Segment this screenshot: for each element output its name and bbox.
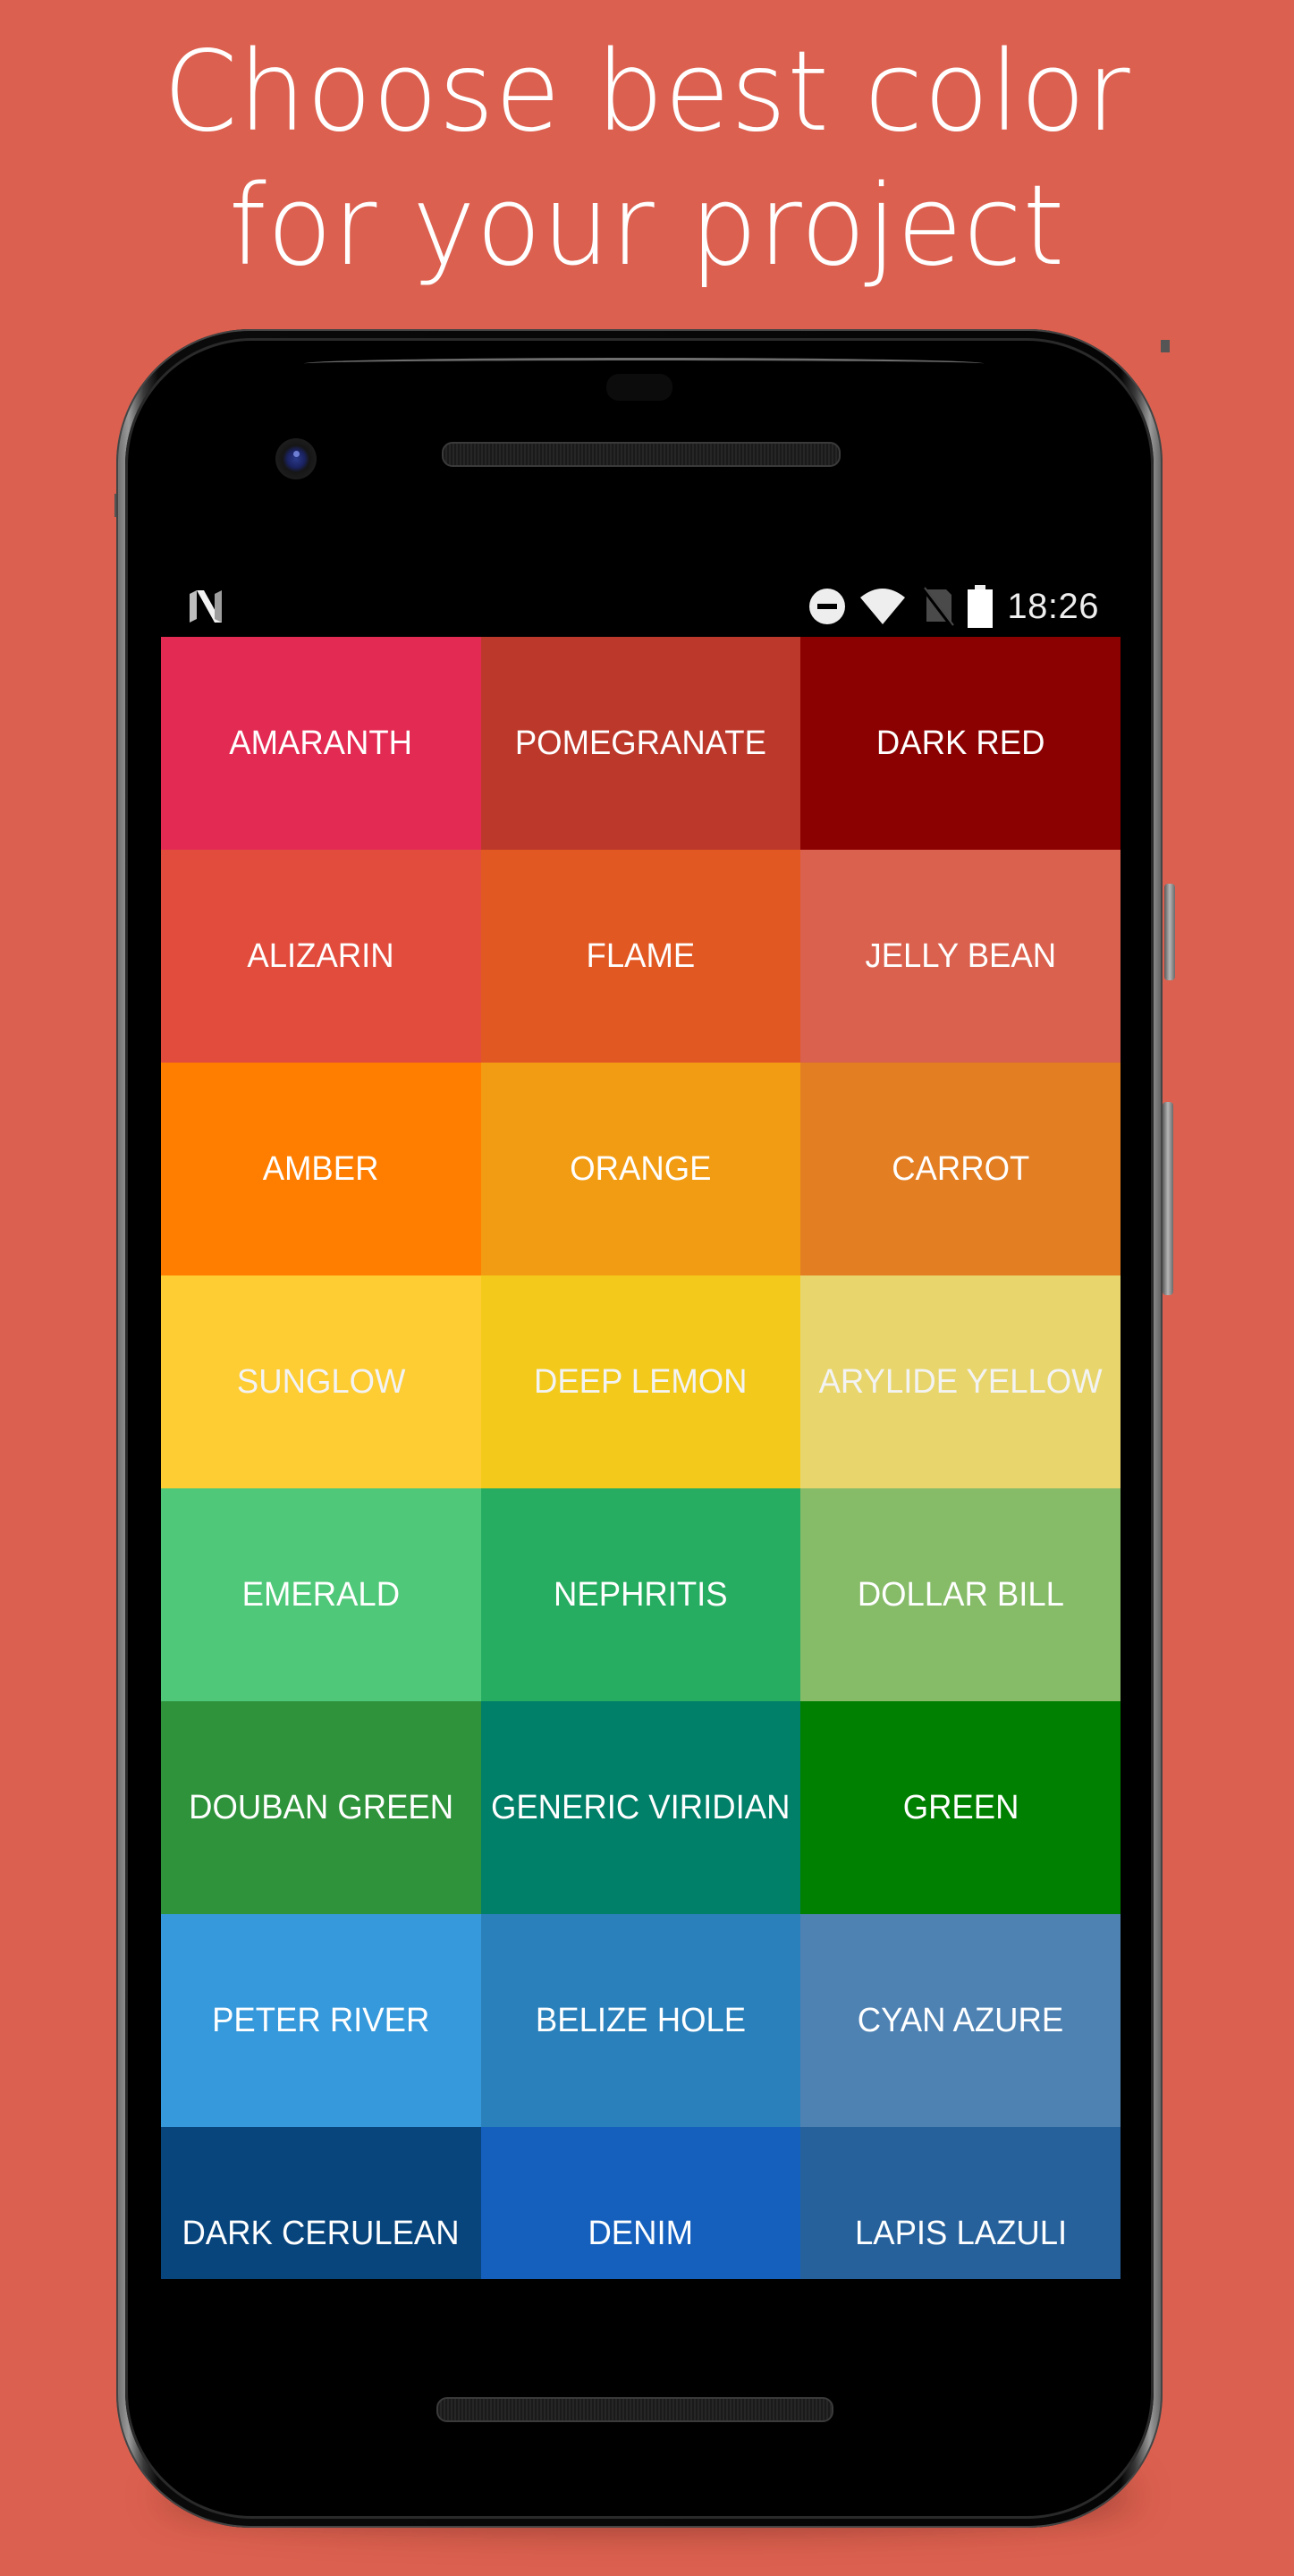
color-swatch-amaranth[interactable]: AMARANTH — [161, 637, 481, 850]
headline: Choose best color for your project — [26, 25, 1268, 293]
color-swatch-dark-cerulean[interactable]: DARK CERULEAN — [161, 2127, 481, 2279]
color-swatch-cyan-azure[interactable]: CYAN AZURE — [800, 1914, 1121, 2127]
color-swatch-carrot[interactable]: CARROT — [800, 1063, 1121, 1275]
phone-side-notch — [1161, 340, 1170, 352]
color-swatch-emerald[interactable]: EMERALD — [161, 1488, 481, 1701]
color-swatch-orange[interactable]: ORANGE — [480, 1063, 801, 1275]
color-swatch-amber[interactable]: AMBER — [161, 1063, 481, 1275]
color-row: ALIZARIN FLAME JELLY BEAN — [161, 850, 1121, 1063]
wifi-icon — [860, 589, 906, 624]
glass-reflection — [304, 358, 984, 369]
color-row: SUNGLOW DEEP LEMON ARYLIDE YELLOW — [161, 1275, 1121, 1488]
color-swatch-dollar-bill[interactable]: DOLLAR BILL — [800, 1488, 1121, 1701]
color-swatch-label: NEPHRITIS — [554, 1575, 728, 1614]
color-swatch-label: GENERIC VIRIDIAN — [491, 1788, 791, 1826]
color-swatch-pomegranate[interactable]: POMEGRANATE — [480, 637, 801, 850]
color-swatch-lapis-lazuli[interactable]: LAPIS LAZULI — [800, 2127, 1121, 2279]
color-swatch-flame[interactable]: FLAME — [480, 850, 801, 1063]
volume-button — [1163, 1102, 1173, 1295]
color-swatch-label: DARK CERULEAN — [182, 2214, 460, 2252]
color-swatch-arylide-yellow[interactable]: ARYLIDE YELLOW — [800, 1275, 1121, 1488]
color-swatch-douban-green[interactable]: DOUBAN GREEN — [161, 1701, 481, 1914]
color-row: AMARANTH POMEGRANATE DARK RED — [161, 637, 1121, 850]
color-swatch-dark-red[interactable]: DARK RED — [800, 637, 1121, 850]
color-swatch-sunglow[interactable]: SUNGLOW — [161, 1275, 481, 1488]
color-swatch-label: AMARANTH — [229, 724, 413, 762]
color-swatch-green[interactable]: GREEN — [800, 1701, 1121, 1914]
no-sim-icon — [921, 586, 955, 627]
color-row: DOUBAN GREEN GENERIC VIRIDIAN GREEN — [161, 1701, 1121, 1914]
color-row: DARK CERULEAN DENIM LAPIS LAZULI — [161, 2127, 1121, 2279]
color-swatch-label: CYAN AZURE — [857, 2001, 1064, 2039]
status-bar: 18:26 — [161, 576, 1121, 635]
power-button — [1164, 884, 1175, 980]
front-camera-icon — [275, 438, 317, 479]
color-swatch-label: JELLY BEAN — [865, 936, 1056, 975]
color-swatch-label: POMEGRANATE — [514, 724, 767, 762]
color-swatch-label: EMERALD — [241, 1575, 401, 1614]
color-swatch-peter-river[interactable]: PETER RIVER — [161, 1914, 481, 2127]
color-row: AMBER ORANGE CARROT — [161, 1063, 1121, 1275]
color-swatch-label: SUNGLOW — [236, 1362, 406, 1401]
color-swatch-label: DEEP LEMON — [534, 1362, 748, 1401]
color-swatch-deep-lemon[interactable]: DEEP LEMON — [480, 1275, 801, 1488]
color-swatch-belize-hole[interactable]: BELIZE HOLE — [480, 1914, 801, 2127]
proximity-sensor — [606, 374, 672, 401]
color-swatch-generic-viridian[interactable]: GENERIC VIRIDIAN — [480, 1701, 801, 1914]
color-swatch-label: ORANGE — [570, 1149, 712, 1188]
color-swatch-label: GREEN — [902, 1788, 1019, 1826]
headline-line-2: for your project — [228, 162, 1066, 291]
color-swatch-alizarin[interactable]: ALIZARIN — [161, 850, 481, 1063]
color-swatch-label: DENIM — [588, 2214, 694, 2252]
color-swatch-label: DARK RED — [875, 724, 1045, 762]
color-swatch-label: ARYLIDE YELLOW — [818, 1362, 1103, 1401]
earpiece-speaker — [442, 442, 841, 467]
color-swatch-label: DOLLAR BILL — [857, 1575, 1064, 1614]
color-row: PETER RIVER BELIZE HOLE CYAN AZURE — [161, 1914, 1121, 2127]
color-swatch-label: AMBER — [262, 1149, 379, 1188]
color-row: EMERALD NEPHRITIS DOLLAR BILL — [161, 1488, 1121, 1701]
color-swatch-label: PETER RIVER — [212, 2001, 430, 2039]
color-swatch-label: LAPIS LAZULI — [854, 2214, 1067, 2252]
status-time: 18:26 — [1007, 586, 1099, 626]
color-swatch-nephritis[interactable]: NEPHRITIS — [480, 1488, 801, 1701]
color-grid: AMARANTH POMEGRANATE DARK RED ALIZARIN FLAME… — [161, 637, 1121, 2279]
android-n-logo-icon — [190, 590, 222, 623]
bottom-speaker — [436, 2397, 833, 2422]
color-swatch-label: CARROT — [892, 1149, 1030, 1188]
color-swatch-label: FLAME — [586, 936, 696, 975]
battery-full-icon — [968, 585, 994, 628]
color-swatch-label: BELIZE HOLE — [535, 2001, 747, 2039]
color-swatch-label: DOUBAN GREEN — [188, 1788, 453, 1826]
color-swatch-label: ALIZARIN — [247, 936, 394, 975]
headline-line-1: Choose best color — [163, 28, 1131, 157]
status-icons: 18:26 — [808, 581, 1099, 631]
color-swatch-jelly-bean[interactable]: JELLY BEAN — [800, 850, 1121, 1063]
do-not-disturb-icon — [809, 589, 846, 624]
color-swatch-denim[interactable]: DENIM — [480, 2127, 801, 2279]
